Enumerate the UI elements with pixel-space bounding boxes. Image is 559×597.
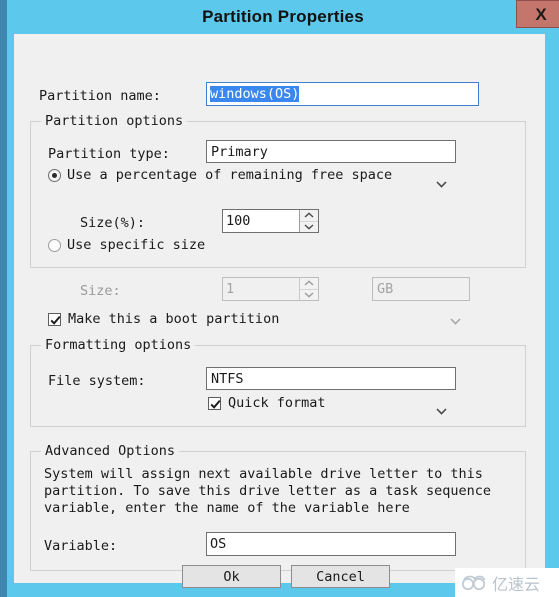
size-specific-spinner-buttons [299, 278, 318, 300]
close-icon: X [535, 4, 547, 24]
close-button[interactable]: X [516, 0, 559, 28]
partition-type-select[interactable]: Primary [206, 140, 456, 188]
formatting-options-group-title: Formatting options [41, 337, 196, 353]
size-specific-spinner: 1 [222, 277, 319, 301]
title-bar[interactable]: Partition Properties X [7, 0, 559, 33]
variable-input[interactable]: OS [206, 532, 456, 556]
size-percent-label: Size(%): [80, 215, 146, 231]
variable-value: OS [210, 536, 227, 552]
size-percent-value: 100 [226, 213, 251, 229]
ok-button-label: Ok [223, 568, 240, 585]
use-specific-size-radio[interactable] [48, 238, 61, 252]
size-percent-spinner[interactable]: 100 [222, 209, 319, 233]
size-unit-value: GB [377, 281, 394, 297]
advanced-options-group-title: Advanced Options [41, 443, 180, 459]
window-frame-left-edge [0, 0, 7, 597]
size-unit-select: GB [372, 277, 470, 325]
size-percent-spinner-buttons[interactable] [299, 210, 318, 232]
use-specific-size-radio-row[interactable]: Use specific size [48, 237, 205, 253]
spinner-down-icon[interactable] [300, 222, 318, 233]
quick-format-checkbox[interactable] [208, 396, 221, 410]
partition-options-group-title: Partition options [41, 113, 188, 129]
window-title: Partition Properties [202, 7, 364, 26]
advanced-options-description: System will assign next available drive … [44, 466, 492, 516]
use-percentage-radio[interactable] [48, 168, 61, 182]
partition-name-label: Partition name: [39, 88, 161, 104]
partition-name-input[interactable]: windows(OS) [206, 82, 479, 106]
file-system-value: NTFS [211, 370, 244, 387]
use-percentage-radio-row[interactable]: Use a percentage of remaining free space [48, 167, 392, 183]
watermark-text: 亿速云 [492, 574, 541, 594]
chevron-down-icon [450, 286, 461, 325]
boot-partition-checkbox[interactable] [48, 312, 61, 326]
chevron-down-icon [436, 149, 447, 188]
size-specific-value: 1 [226, 281, 235, 297]
file-system-select[interactable]: NTFS [206, 367, 456, 415]
quick-format-checkbox-row[interactable]: Quick format [208, 395, 326, 411]
ok-button[interactable]: Ok [182, 565, 281, 588]
partition-type-label: Partition type: [48, 146, 170, 162]
chevron-down-icon [436, 376, 447, 415]
watermark: 亿速云 [455, 568, 559, 597]
partition-type-value: Primary [211, 143, 268, 160]
spinner-down-icon [300, 290, 318, 301]
use-specific-size-label: Use specific size [67, 237, 206, 253]
use-percentage-label: Use a percentage of remaining free space [67, 167, 393, 183]
partition-name-value: windows(OS) [210, 86, 300, 102]
boot-partition-checkbox-row[interactable]: Make this a boot partition [48, 311, 279, 327]
file-system-label: File system: [48, 373, 146, 389]
boot-partition-label: Make this a boot partition [68, 311, 280, 327]
dialog-client-area: Partition name: windows(OS) Partition op… [14, 34, 545, 588]
cancel-button[interactable]: Cancel [291, 565, 390, 588]
quick-format-label: Quick format [228, 395, 326, 411]
cancel-button-label: Cancel [316, 568, 365, 585]
spinner-up-icon[interactable] [300, 210, 318, 222]
spinner-up-icon [300, 278, 318, 290]
partition-properties-window: Partition Properties X Partition name: w… [0, 0, 559, 597]
variable-label: Variable: [44, 538, 118, 554]
cloud-icon [461, 575, 487, 591]
size-specific-label: Size: [80, 283, 121, 299]
